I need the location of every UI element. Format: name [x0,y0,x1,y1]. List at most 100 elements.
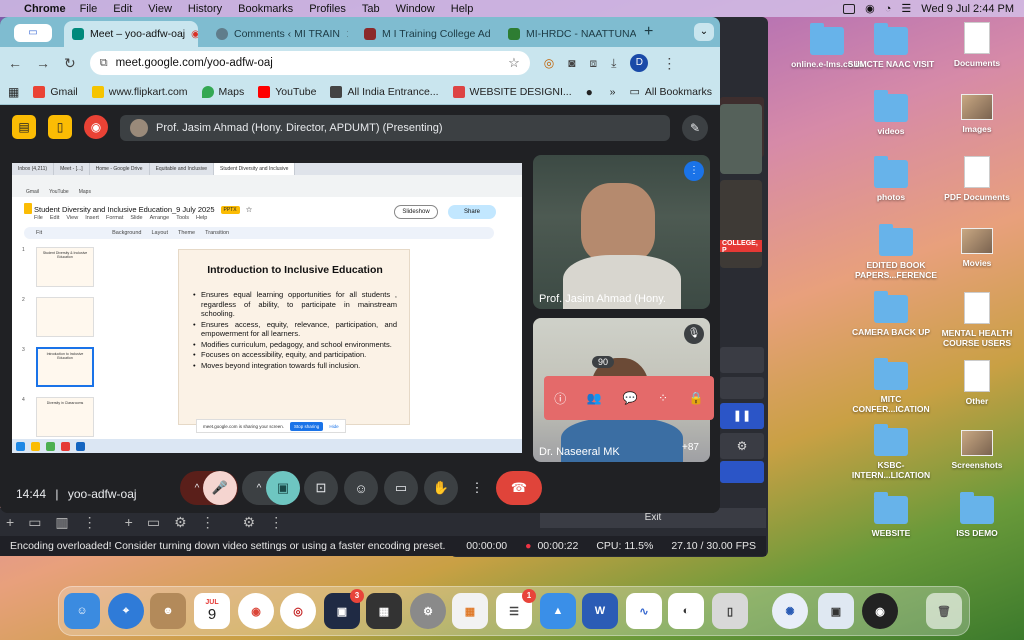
address-bar[interactable]: ⧉ meet.google.com/yoo-adfw-oaj ☆ [89,51,530,75]
remove-icon[interactable]: ▭ [28,514,41,531]
new-tab-button[interactable]: + [644,23,653,41]
participant-tile-presenter[interactable]: ⋮ Prof. Jasim Ahmad (Hony. [533,155,710,309]
present-button[interactable]: ⊡ [304,471,338,505]
source-more-icon[interactable]: ⋮ [201,514,215,531]
desktop-folder[interactable]: SUMCTE NAAC VISIT [841,23,941,69]
bookmark-youtube[interactable]: YouTube [258,85,316,98]
calendar-icon[interactable]: JUL 9 [194,593,230,629]
extension-icon[interactable]: ◎ [544,56,554,70]
tab-comments[interactable]: Comments ‹ MI TRAIN ✕ [208,21,348,47]
menu-app-name[interactable]: Chrome [24,3,66,15]
tab-hrdc[interactable]: MI-HRDC - NAATTUNA ✕ [500,21,636,47]
annotate-pen-icon[interactable]: ✎ [682,115,708,141]
menu-help[interactable]: Help [451,3,474,15]
people-icon[interactable]: 👥 [587,391,602,405]
menu-edit[interactable]: Edit [113,3,132,15]
bookmark-website[interactable]: WEBSITE DESIGNI... [452,85,572,98]
profile-avatar[interactable]: D [630,54,649,72]
tab-search-icon[interactable]: ▭ [14,24,52,42]
camera-toggle-button[interactable]: ▣ [266,471,300,505]
screen-recorder-icon[interactable]: ◎ [280,593,316,629]
more-bookmarks-icon[interactable]: » [610,86,616,98]
desktop-file[interactable]: Documents [927,22,1024,68]
reminders-icon[interactable]: ☰ 1 [496,589,536,629]
desktop-folder[interactable]: MITC CONFER...ICATION [841,358,941,414]
bookmark-maps[interactable]: Maps [201,85,244,98]
host-controls-icon[interactable]: 🔒 [689,391,704,405]
contacts-icon[interactable]: ☻ [150,593,186,629]
activities-icon[interactable]: ⁘ [658,391,668,405]
captions-button[interactable]: ▭ [384,471,418,505]
close-tab-icon[interactable]: ✕ [346,28,348,41]
menu-profiles[interactable]: Profiles [309,3,346,15]
desktop-file[interactable]: Movies [927,228,1024,268]
screen-share-status-icon[interactable] [843,3,856,14]
menu-datetime[interactable]: Wed 9 Jul 2:44 PM [921,3,1014,15]
bookmark-gmail[interactable]: Gmail [33,85,78,98]
obs-control[interactable] [720,347,764,373]
download-icon[interactable]: ⤓ [611,56,616,71]
preview-icon[interactable]: ▣ [818,593,854,629]
forward-icon[interactable]: → [36,55,50,71]
menu-file[interactable]: File [80,3,98,15]
tab-list-chevron-icon[interactable]: ⌄ [694,23,714,41]
desktop-folder[interactable]: photos [841,156,941,202]
back-icon[interactable]: ← [8,55,22,71]
menu-view[interactable]: View [148,3,172,15]
tab-meet[interactable]: Meet – yoo-adfw-oaj ◉ ✕ [64,21,198,47]
apps-grid-icon[interactable]: ▦ [8,85,19,99]
browser-menu-icon[interactable]: ⋮ [662,55,676,72]
info-icon[interactable]: ⓘ [554,390,566,407]
leave-call-button[interactable]: ☎ [496,471,542,505]
webcam-app-icon[interactable]: ◐ [668,593,704,629]
chevron-up-icon[interactable]: ^ [195,483,200,494]
tab-training-college[interactable]: M I Training College Ad ✕ [356,21,496,47]
github-icon[interactable]: ● [586,85,593,99]
keynote-icon[interactable]: ▲ [540,593,576,629]
all-bookmarks[interactable]: ▭ All Bookmarks [629,85,712,99]
desktop-file[interactable]: Screenshots [927,430,1024,470]
more-options-button[interactable]: ⋮ [464,471,490,505]
launchpad-icon[interactable]: ▦ [452,593,488,629]
video-status-icon[interactable]: ◉ [865,2,875,15]
filter-icon[interactable]: ▥ [55,514,68,531]
word-icon[interactable]: W [582,593,618,629]
add-icon[interactable]: + [6,514,14,530]
add-source-icon[interactable]: + [125,514,133,530]
control-center-icon[interactable]: ☰ [901,2,911,15]
obs-icon[interactable]: ◉ [862,593,898,629]
calculator-icon[interactable]: ▦ [366,593,402,629]
system-settings-icon[interactable]: ⚙ [410,593,446,629]
chat-icon[interactable]: 💬 [622,391,637,405]
iphone-mirroring-icon[interactable]: ▯ [712,593,748,629]
menu-bookmarks[interactable]: Bookmarks [238,3,293,15]
desktop-folder[interactable]: WEBSITE [841,492,941,538]
captions-off-icon[interactable]: ▤ [12,115,36,139]
mixer-settings-icon[interactable]: ⚙ [243,514,256,531]
reload-icon[interactable]: ↻ [64,55,76,72]
desktop-file[interactable]: Images [927,94,1024,134]
desktop-folder[interactable]: KSBC-INTERN...LICATION [841,424,941,480]
network-app-icon[interactable]: ✺ [772,593,808,629]
freeform-icon[interactable]: ∿ [626,593,662,629]
recording-status-icon[interactable]: ◉ [84,115,108,139]
mic-toggle-button[interactable]: 🎤 [203,471,237,505]
camera-extension-icon[interactable]: ◙ [568,56,575,70]
chrome-icon[interactable]: ◉ [238,593,274,629]
wifi-icon[interactable]: ◔ [885,3,892,15]
chevron-up-icon[interactable]: ^ [257,483,262,494]
raise-hand-button[interactable]: ✋ [424,471,458,505]
menu-window[interactable]: Window [396,3,435,15]
extensions-puzzle-icon[interactable]: ⧈ [589,56,597,71]
finder-icon[interactable]: ☺ [64,593,100,629]
mixer-more-icon[interactable]: ⋮ [269,514,283,531]
layout-icon[interactable]: ▯ [48,115,72,139]
desktop-file[interactable]: Other [927,360,1024,406]
bookmark-entrance[interactable]: All India Entrance... [330,85,439,98]
desktop-folder[interactable]: videos [841,90,941,136]
desktop-folder[interactable]: CAMERA BACK UP [841,291,941,337]
trash-icon[interactable]: 🗑 [926,593,962,629]
remove-source-icon[interactable]: ▭ [147,514,160,531]
more-participants-count[interactable]: +87 [682,442,704,458]
safari-icon[interactable]: ⌖ [108,593,144,629]
